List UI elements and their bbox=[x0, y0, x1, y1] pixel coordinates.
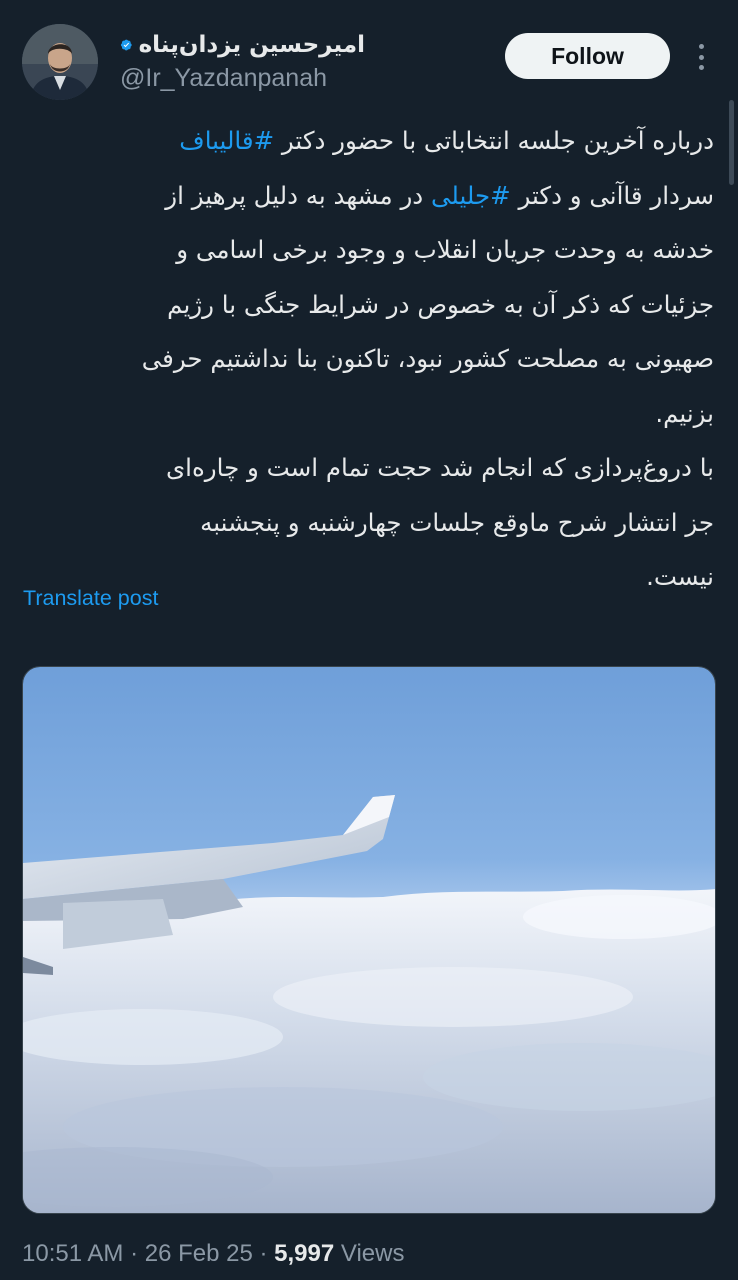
avatar-image bbox=[22, 24, 98, 100]
scrollbar[interactable] bbox=[729, 100, 734, 185]
tweet-line: سردار قاآنی و دکتر #جلیلی در مشهد به دلی… bbox=[22, 169, 714, 224]
tweet-line: جز انتشار شرح ماوقع جلسات چهارشنبه و پنج… bbox=[200, 507, 714, 537]
more-dot bbox=[698, 54, 704, 60]
more-dot bbox=[698, 65, 704, 70]
tweet-line: خدشه به وحدت جریان انقلاب و وجود برخی اس… bbox=[176, 235, 714, 264]
display-name[interactable]: امیرحسین یزدان‌پناه bbox=[139, 32, 365, 58]
more-dot bbox=[698, 44, 704, 49]
display-name-row[interactable]: امیرحسین یزدان‌پناه bbox=[120, 28, 365, 62]
more-options-icon[interactable] bbox=[688, 40, 714, 74]
tweet-meta: 10:51 AM · 26 Feb 25 · 5,997 Views bbox=[22, 1240, 404, 1268]
views-count: 5,997 bbox=[274, 1240, 335, 1267]
avatar[interactable] bbox=[22, 24, 98, 100]
user-info: امیرحسین یزدان‌پناه @Ir_Yazdanpanah bbox=[120, 28, 420, 93]
tweet-media-image[interactable] bbox=[22, 666, 716, 1214]
tweet-line-text: در مشهد به دلیل پرهیز از bbox=[165, 180, 431, 210]
follow-button[interactable]: Follow bbox=[505, 33, 670, 79]
views-label: Views bbox=[334, 1240, 405, 1267]
tweet-line: درباره آخرین جلسه انتخاباتی با حضور دکتر… bbox=[22, 114, 714, 169]
tweet-page: امیرحسین یزدان‌پناه @Ir_Yazdanpanah Foll… bbox=[0, 0, 738, 1280]
tweet-line: بزنیم. bbox=[655, 398, 714, 428]
meta-separator: · bbox=[252, 1240, 275, 1267]
tweet-line-text: سردار قاآنی و دکتر bbox=[510, 180, 714, 210]
meta-separator: · bbox=[123, 1240, 145, 1267]
hashtag-link[interactable]: #جلیلی bbox=[431, 181, 511, 210]
sky-wing-photo bbox=[23, 667, 715, 1213]
tweet-line: صهیونی به مصلحت کشور نبود، تاکنون بنا ند… bbox=[141, 344, 714, 373]
tweet-line: جزئیات که ذکر آن به خصوص در شرایط جنگی ب… bbox=[167, 289, 714, 319]
translate-post-link[interactable]: Translate post bbox=[23, 586, 158, 611]
verified-badge-icon bbox=[120, 39, 132, 51]
tweet-line-text: درباره آخرین جلسه انتخاباتی با حضور دکتر bbox=[274, 126, 714, 155]
tweet-date[interactable]: 26 Feb 25 bbox=[145, 1240, 253, 1267]
hashtag-link[interactable]: #قالیباف bbox=[179, 126, 274, 155]
user-handle[interactable]: @Ir_Yazdanpanah bbox=[120, 64, 420, 93]
tweet-time[interactable]: 10:51 AM bbox=[22, 1240, 123, 1267]
tweet-text: درباره آخرین جلسه انتخاباتی با حضور دکتر… bbox=[22, 114, 714, 605]
tweet-header: امیرحسین یزدان‌پناه @Ir_Yazdanpanah Foll… bbox=[0, 0, 738, 110]
tweet-line: با دروغ‌پردازی که انجام شد حجت تمام است … bbox=[165, 453, 714, 482]
